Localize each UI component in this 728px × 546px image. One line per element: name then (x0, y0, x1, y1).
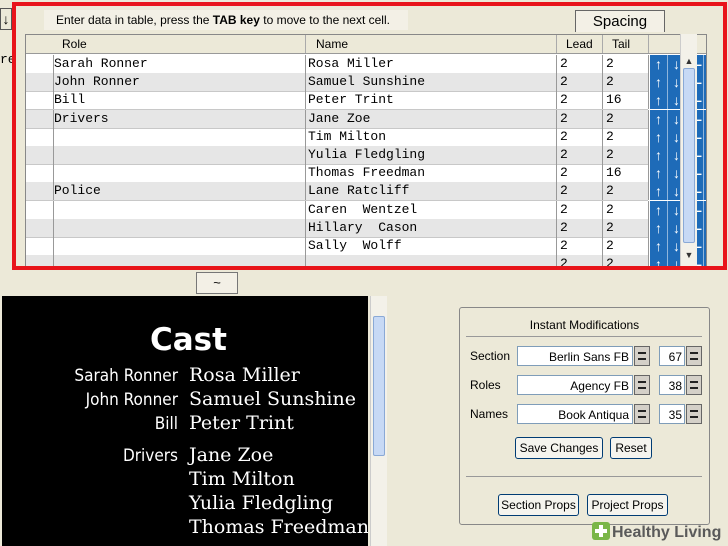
preview-role: Bill (154, 414, 178, 434)
section-label: Section (470, 349, 511, 363)
reset-button[interactable]: Reset (610, 437, 652, 459)
preview-scrollbar[interactable] (370, 296, 387, 546)
roles-size-field[interactable]: 38 (659, 375, 685, 395)
names-font-spinner-icon[interactable] (634, 404, 650, 424)
roles-label: Roles (470, 378, 501, 392)
down-arrow-icon[interactable]: ↓ (0, 8, 12, 30)
section-size-spinner-icon[interactable] (686, 346, 702, 366)
preview-role: Sarah Ronner (74, 366, 178, 386)
section-size-field[interactable]: 67 (659, 346, 685, 366)
names-font-field[interactable]: Book Antiqua (517, 404, 633, 424)
preview-role: John Ronner (85, 390, 178, 410)
section-props-button[interactable]: Section Props (498, 494, 579, 516)
preview-title: Cast (150, 322, 227, 358)
preview-scroll-thumb[interactable] (373, 316, 385, 456)
preview-name: Jane Zoe (189, 444, 274, 466)
healthy-living-logo-icon (592, 522, 610, 540)
highlight-frame (12, 2, 727, 270)
credits-preview: Cast Sarah Ronner Rosa Miller John Ronner S… (2, 296, 368, 546)
preview-name: Rosa Miller (189, 364, 300, 386)
preview-name: Peter Trint (189, 412, 294, 434)
tilde-button[interactable]: ~ (196, 272, 238, 294)
panel-title: Instant Modifications (529, 318, 640, 332)
project-props-button[interactable]: Project Props (587, 494, 668, 516)
preview-name: Yulia Fledgling (189, 492, 334, 514)
roles-size-spinner-icon[interactable] (686, 375, 702, 395)
section-font-field[interactable]: Berlin Sans FB (517, 346, 633, 366)
names-size-spinner-icon[interactable] (686, 404, 702, 424)
names-label: Names (470, 407, 509, 421)
watermark: Healthy Living (592, 522, 721, 542)
roles-font-field[interactable]: Agency FB (517, 375, 633, 395)
section-font-spinner-icon[interactable] (634, 346, 650, 366)
preview-name: Thomas Freedman (189, 516, 368, 538)
roles-font-spinner-icon[interactable] (634, 375, 650, 395)
save-changes-button[interactable]: Save Changes (515, 437, 603, 459)
preview-role: Drivers (122, 446, 178, 466)
names-size-field[interactable]: 35 (659, 404, 685, 424)
preview-name: Tim Milton (189, 468, 295, 490)
instant-modifications-panel: Instant Modifications Section Berlin San… (459, 307, 710, 525)
preview-name: Samuel Sunshine (189, 388, 356, 410)
